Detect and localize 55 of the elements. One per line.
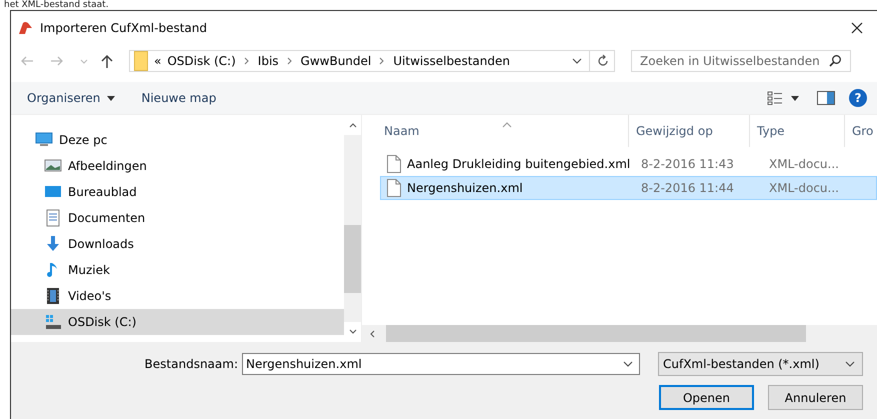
sidebar-item[interactable]: Documenten bbox=[11, 205, 344, 231]
sidebar-item[interactable]: Deze pc bbox=[11, 127, 344, 153]
sidebar-item[interactable]: Video's bbox=[11, 283, 344, 309]
address-bar[interactable]: « OSDisk (C:) Ibis GwwBundel Uitwisselbestanden bbox=[129, 50, 615, 72]
film-icon bbox=[44, 287, 62, 305]
sidebar-item[interactable]: Muziek bbox=[11, 257, 344, 283]
file-name: Nergenshuizen.xml bbox=[407, 181, 523, 195]
drive-icon bbox=[44, 313, 62, 331]
filename-label: Bestandsnaam: bbox=[144, 357, 238, 371]
file-name: Aanleg Drukleiding buitengebied.xml bbox=[407, 157, 630, 171]
new-folder-button[interactable]: Nieuwe map bbox=[135, 91, 222, 105]
organise-menu-button[interactable]: Organiseren bbox=[21, 91, 122, 105]
scroll-up-icon[interactable] bbox=[348, 121, 358, 129]
app-icon bbox=[17, 20, 33, 36]
window-title: Importeren CufXml-bestand bbox=[40, 20, 207, 34]
open-button[interactable]: Openen bbox=[659, 385, 754, 410]
breadcrumb-item[interactable]: Ibis bbox=[258, 54, 279, 68]
breadcrumb-item[interactable]: Uitwisselbestanden bbox=[393, 54, 510, 68]
column-header[interactable]: Gro bbox=[844, 115, 877, 147]
search-field[interactable]: Zoeken in Uitwisselbestanden bbox=[631, 50, 851, 72]
date-text: 8-2-2016 11:44 bbox=[641, 181, 734, 195]
overflow-chevron[interactable]: « bbox=[154, 54, 162, 68]
column-header[interactable]: Gewijzigd op bbox=[628, 115, 749, 147]
down-arrow-icon bbox=[44, 235, 62, 253]
sidebar-item[interactable]: Bureaublad bbox=[11, 179, 344, 205]
caret-down-icon bbox=[107, 96, 116, 100]
breadcrumb-item[interactable]: OSDisk (C:) bbox=[167, 54, 236, 68]
refresh-icon[interactable] bbox=[596, 54, 610, 68]
computer-icon bbox=[35, 131, 53, 149]
sidebar-item[interactable]: OSDisk (C:) bbox=[11, 309, 344, 335]
filename-field[interactable]: Nergenshuizen.xml bbox=[242, 353, 640, 375]
type-text: XML-docu... bbox=[769, 181, 839, 195]
type-text: XML-docu... bbox=[769, 157, 839, 171]
breadcrumb-item[interactable]: GwwBundel bbox=[300, 54, 372, 68]
file-icon bbox=[387, 179, 401, 197]
cancel-button[interactable]: Annuleren bbox=[768, 385, 863, 410]
preview-pane-icon[interactable] bbox=[817, 91, 835, 105]
up-arrow-icon[interactable] bbox=[99, 53, 115, 69]
file-icon bbox=[387, 155, 401, 173]
column-header[interactable]: Naam bbox=[362, 115, 628, 147]
folder-icon bbox=[134, 51, 148, 71]
sidebar-item[interactable]: Afbeeldingen bbox=[11, 153, 344, 179]
scroll-down-icon[interactable] bbox=[348, 328, 358, 336]
file-row[interactable]: Nergenshuizen.xml 8-2-2016 11:44 XML-docu... bbox=[380, 176, 877, 200]
file-type-dropdown[interactable]: CufXml-bestanden (*.xml) bbox=[658, 352, 863, 376]
caption-text: het XML-bestand staat. bbox=[3, 0, 110, 10]
file-row[interactable]: Aanleg Drukleiding buitengebied.xml 8-2-2016 11:43 XML-docu... bbox=[380, 152, 877, 176]
sidebar-item[interactable]: Downloads bbox=[11, 231, 344, 257]
help-button[interactable]: ? bbox=[849, 89, 867, 107]
search-icon bbox=[828, 54, 842, 68]
close-icon bbox=[850, 20, 864, 34]
column-header[interactable]: Type bbox=[749, 115, 844, 147]
date-text: 8-2-2016 11:43 bbox=[641, 157, 734, 171]
document-icon bbox=[44, 209, 62, 227]
horizontal-scrollbar[interactable] bbox=[362, 325, 877, 342]
